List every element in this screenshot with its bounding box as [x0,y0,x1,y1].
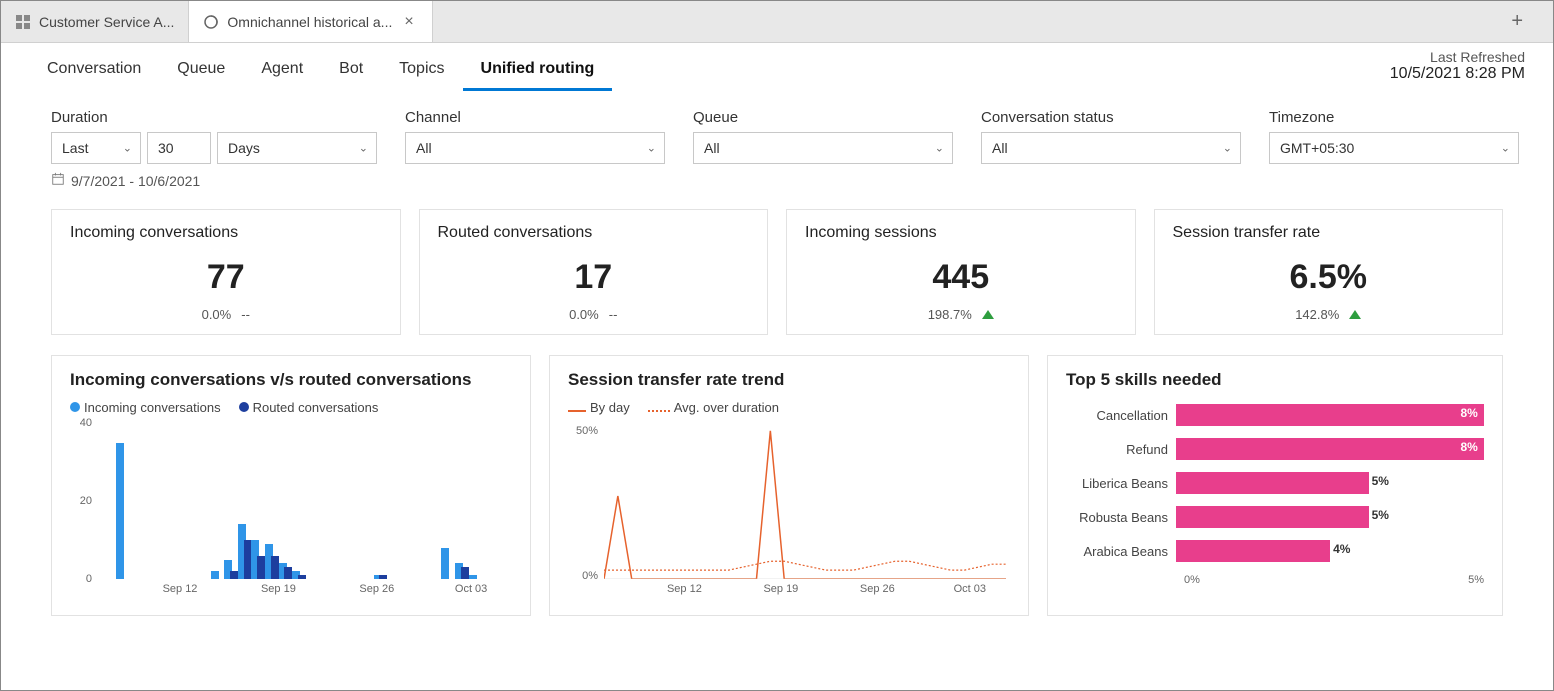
new-tab-button[interactable]: + [1501,6,1533,37]
duration-value-select[interactable]: 30 [147,132,211,164]
skill-label: Robusta Beans [1066,510,1176,525]
skill-label: Arabica Beans [1066,544,1176,559]
skill-bar [1176,540,1330,562]
last-refreshed: Last Refreshed 10/5/2021 8:28 PM [1390,49,1525,83]
kpi-routed-conversations: Routed conversations 17 0.0%-- [419,209,769,335]
skill-row: Cancellation 8% [1066,400,1484,430]
filter-label-channel: Channel [405,109,665,126]
skill-bar [1176,404,1484,426]
date-range-display: 9/7/2021 - 10/6/2021 [1,164,1553,189]
tab-omnichannel[interactable]: Omnichannel historical a... × [189,1,432,42]
skill-label: Cancellation [1066,408,1176,423]
chevron-down-icon: ⌄ [1501,142,1510,155]
kpi-row: Incoming conversations 77 0.0%-- Routed … [1,189,1553,335]
duration-unit-select[interactable]: Days⌄ [217,132,377,164]
filter-label-queue: Queue [693,109,953,126]
bar [271,556,279,579]
bar [284,567,292,579]
trend-up-icon [982,310,994,319]
filter-label-status: Conversation status [981,109,1241,126]
bar [244,540,252,579]
queue-select[interactable]: All⌄ [693,132,953,164]
tab-customer-service[interactable]: Customer Service A... [1,1,189,42]
trend-up-icon [1349,310,1361,319]
chevron-down-icon: ⌄ [123,142,132,155]
bar [469,575,477,579]
bar [379,575,387,579]
skill-row: Robusta Beans 5% [1066,502,1484,532]
kpi-session-transfer-rate: Session transfer rate 6.5% 142.8% [1154,209,1504,335]
bar [257,556,265,579]
chevron-down-icon: ⌄ [647,142,656,155]
nav-agent[interactable]: Agent [243,48,321,91]
last-refreshed-time: 10/5/2021 8:28 PM [1390,65,1525,83]
skill-row: Arabica Beans 4% [1066,536,1484,566]
nav-queue[interactable]: Queue [159,48,243,91]
filter-label-duration: Duration [51,109,377,126]
skill-bar [1176,438,1484,460]
tab-label: Customer Service A... [39,14,174,30]
app-icon [15,14,31,30]
timezone-select[interactable]: GMT+05:30⌄ [1269,132,1519,164]
skill-value: 8% [1461,440,1478,454]
skill-row: Liberica Beans 5% [1066,468,1484,498]
bar [211,571,219,579]
skill-value: 5% [1372,508,1389,522]
skill-label: Refund [1066,442,1176,457]
skill-value: 4% [1333,542,1350,556]
nav-unified-routing[interactable]: Unified routing [463,48,613,91]
date-range-text: 9/7/2021 - 10/6/2021 [71,173,200,189]
bar-chart: 40 20 0 Sep 12 Sep 19 Sep 26 Oct 03 [70,423,512,603]
chart-legend: By day Avg. over duration [568,400,1010,415]
analytics-icon [203,14,219,30]
kpi-incoming-sessions: Incoming sessions 445 198.7% [786,209,1136,335]
chart-legend: Incoming conversations Routed conversati… [70,400,512,415]
window-tab-bar: Customer Service A... Omnichannel histor… [1,1,1553,43]
chevron-down-icon: ⌄ [935,142,944,155]
bar [461,567,469,579]
last-refreshed-label: Last Refreshed [1390,49,1525,65]
chart-incoming-vs-routed: Incoming conversations v/s routed conver… [51,355,531,616]
channel-select[interactable]: All⌄ [405,132,665,164]
skill-value: 8% [1461,406,1478,420]
chart-transfer-rate-trend: Session transfer rate trend By day Avg. … [549,355,1029,616]
skill-row: Refund 8% [1066,434,1484,464]
bar [116,443,124,580]
chevron-down-icon: ⌄ [1223,142,1232,155]
line-chart: 50% 0% Sep 12 Sep 19 Sep 26 Oct 03 [568,423,1010,603]
nav-conversation[interactable]: Conversation [29,48,159,91]
bar [441,548,449,579]
close-icon[interactable]: × [400,13,417,31]
tab-label: Omnichannel historical a... [227,14,392,30]
filter-bar: Duration Last⌄ 30 Days⌄ Channel All⌄ Que… [1,91,1553,164]
skills-bars: Cancellation8%Refund8%Liberica Beans5%Ro… [1066,400,1484,566]
chart-top-skills: Top 5 skills needed Cancellation8%Refund… [1047,355,1503,616]
chart-row: Incoming conversations v/s routed conver… [1,335,1553,636]
nav-topics[interactable]: Topics [381,48,462,91]
kpi-incoming-conversations: Incoming conversations 77 0.0%-- [51,209,401,335]
calendar-icon [51,172,65,189]
status-select[interactable]: All⌄ [981,132,1241,164]
report-nav: Conversation Queue Agent Bot Topics Unif… [1,43,1553,91]
nav-bot[interactable]: Bot [321,48,381,91]
skill-bar [1176,472,1369,494]
filter-label-timezone: Timezone [1269,109,1519,126]
skill-bar [1176,506,1369,528]
skill-label: Liberica Beans [1066,476,1176,491]
duration-mode-select[interactable]: Last⌄ [51,132,141,164]
skill-value: 5% [1372,474,1389,488]
chevron-down-icon: ⌄ [359,142,368,155]
bar [230,571,238,579]
bar [298,575,306,579]
